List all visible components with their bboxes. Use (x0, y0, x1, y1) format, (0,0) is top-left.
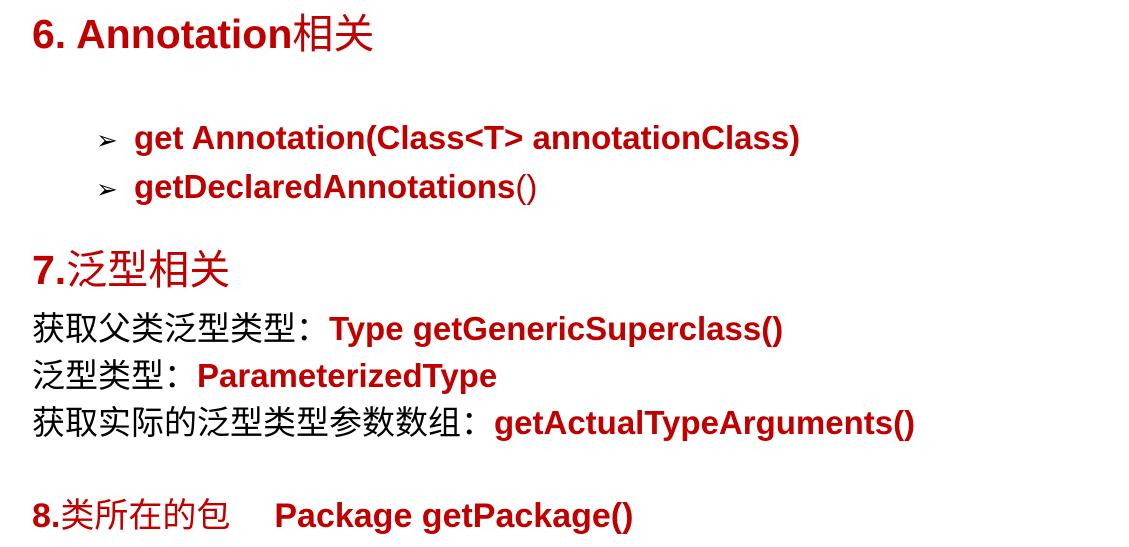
section-7-heading: 7.泛型相关 (32, 250, 230, 291)
generic-line-3: 获取实际的泛型类型参数数组：getActualTypeArguments() (32, 406, 915, 439)
generic-line-3-value: getActualTypeArguments() (494, 404, 916, 441)
section-7-title-cjk: 泛型相关 (66, 246, 231, 294)
arrow-bullet-icon: ➢ (96, 174, 118, 204)
generic-line-1-value: Type getGenericSuperclass() (329, 310, 784, 347)
bullet-item-2: ➢ getDeclaredAnnotations() (96, 170, 537, 203)
arrow-bullet-icon: ➢ (96, 125, 118, 155)
section-7-title-num: 7. (32, 247, 67, 293)
section-6-heading: 6. Annotation相关 (32, 14, 374, 55)
generic-line-2: 泛型类型：ParameterizedType (32, 359, 497, 392)
bullet-1-text: get Annotation(Class<T> annotationClass) (134, 119, 801, 156)
generic-line-2-value: ParameterizedType (197, 357, 498, 394)
section-6-title-num: 6. Annotation (32, 11, 293, 57)
section-8-value: Package getPackage() (274, 497, 634, 535)
section-6-title-cjk: 相关 (292, 10, 375, 58)
bullet-2-text-plain: () (515, 168, 538, 205)
bullet-item-1: ➢ get Annotation(Class<T> annotationClass… (96, 121, 800, 154)
generic-line-2-label: 泛型类型： (32, 356, 197, 395)
section-8-title-cjk: 类所在的包 (60, 496, 231, 536)
generic-line-1-label: 获取父类泛型类型： (32, 309, 329, 348)
generic-line-3-label: 获取实际的泛型类型参数数组： (32, 403, 494, 442)
section-8-title-num: 8. (32, 497, 61, 535)
section-8-heading: 8.类所在的包 Package getPackage() (32, 499, 633, 533)
bullet-2-text-bold: getDeclaredAnnotations (134, 168, 516, 205)
generic-line-1: 获取父类泛型类型：Type getGenericSuperclass() (32, 312, 783, 345)
